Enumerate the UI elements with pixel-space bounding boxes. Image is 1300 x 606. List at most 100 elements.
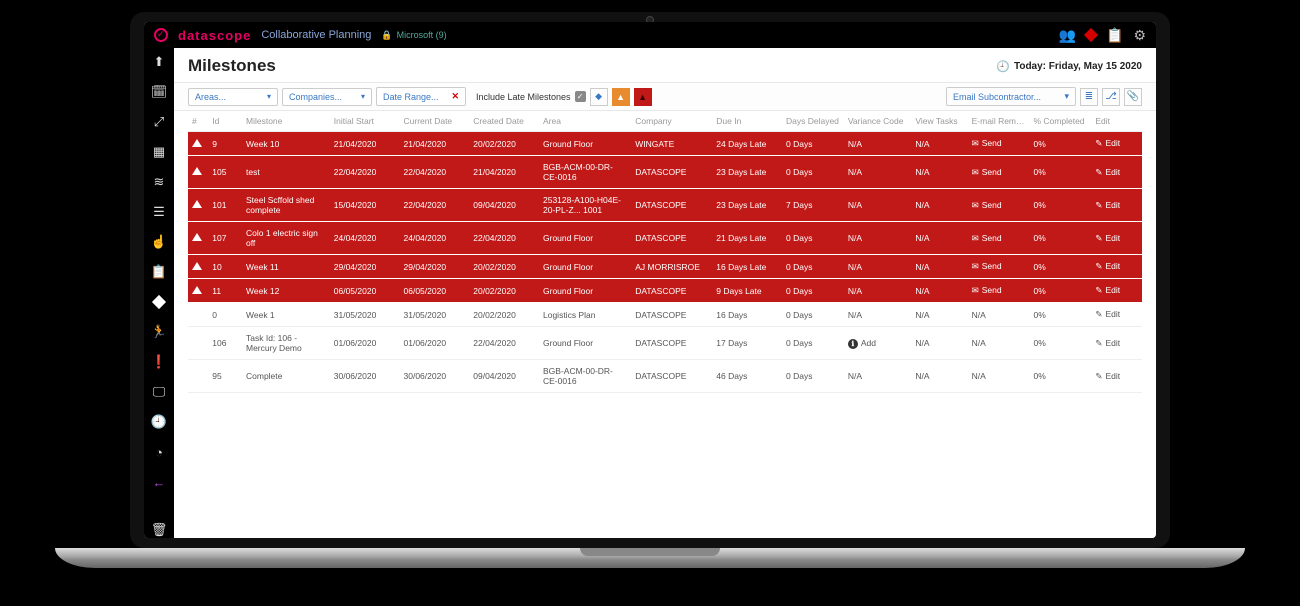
cell-current: 31/05/2020 xyxy=(400,303,470,327)
sort-red-button[interactable]: ▲ xyxy=(634,88,652,106)
table-row[interactable]: 0Week 131/05/202031/05/202020/02/2020Log… xyxy=(188,303,1142,327)
upload-icon[interactable]: ⬆ xyxy=(151,54,167,70)
list-icon[interactable]: ☰ xyxy=(151,204,167,220)
edit-button[interactable]: Edit xyxy=(1095,338,1120,348)
daterange-label: Date Range... xyxy=(383,92,439,102)
col-milestone[interactable]: Milestone xyxy=(242,111,330,132)
gear-icon[interactable]: ⚙ xyxy=(1133,27,1146,44)
col-id[interactable]: Id xyxy=(208,111,242,132)
edit-button[interactable]: Edit xyxy=(1095,371,1120,381)
users-icon[interactable]: 👥 xyxy=(1059,27,1076,44)
cell-created: 22/04/2020 xyxy=(469,327,539,360)
table-row[interactable]: 107Colo 1 electric sign off24/04/202024/… xyxy=(188,222,1142,255)
col-company[interactable]: Company xyxy=(631,111,712,132)
table-row[interactable]: 106Task Id: 106 - Mercury Demo01/06/2020… xyxy=(188,327,1142,360)
edit-button[interactable]: Edit xyxy=(1095,138,1120,148)
display-icon[interactable]: 🖵 xyxy=(151,384,167,400)
send-button[interactable]: Send xyxy=(972,167,1002,177)
cell-created: 21/04/2020 xyxy=(469,156,539,189)
sort-blue-button[interactable]: ◆ xyxy=(590,88,608,106)
col-initial[interactable]: Initial Start xyxy=(330,111,400,132)
main-panel: Milestones 🕘 Today: Friday, May 15 2020 … xyxy=(174,48,1156,538)
milestone-icon[interactable] xyxy=(151,294,167,310)
branch-icon[interactable]: ⎇ xyxy=(1102,88,1120,106)
cell-milestone: Week 1 xyxy=(242,303,330,327)
trash-icon[interactable]: 🗑 xyxy=(151,522,167,538)
cell-created: 22/04/2020 xyxy=(469,222,539,255)
cell-due: 23 Days Late xyxy=(712,189,782,222)
edit-button[interactable]: Edit xyxy=(1095,233,1120,243)
col-email[interactable]: E-mail Remin... xyxy=(968,111,1030,132)
send-button[interactable]: Send xyxy=(972,261,1002,271)
cell-pct: 0% xyxy=(1030,156,1092,189)
cell-id: 101 xyxy=(208,189,242,222)
include-late-checkbox[interactable]: ✓ xyxy=(575,91,586,102)
calendar-add-icon[interactable]: 🗓 xyxy=(151,84,167,100)
grid-icon[interactable]: ▦ xyxy=(151,144,167,160)
cell-due: 24 Days Late xyxy=(712,132,782,156)
chevron-down-icon: ▾ xyxy=(361,92,365,101)
table-row[interactable]: 105test22/04/202022/04/202021/04/2020BGB… xyxy=(188,156,1142,189)
chart-icon[interactable]: ◔ xyxy=(151,444,167,460)
col-area[interactable]: Area xyxy=(539,111,631,132)
edit-button[interactable]: Edit xyxy=(1095,309,1120,319)
variance-value: N/A xyxy=(848,200,862,210)
send-button[interactable]: Send xyxy=(972,138,1002,148)
edit-button[interactable]: Edit xyxy=(1095,285,1120,295)
table-row[interactable]: 11Week 1206/05/202006/05/202020/02/2020G… xyxy=(188,279,1142,303)
cell-pct: 0% xyxy=(1030,255,1092,279)
table-row[interactable]: 95Complete30/06/202030/06/202009/04/2020… xyxy=(188,360,1142,393)
runner-icon[interactable]: 🏃 xyxy=(151,324,167,340)
variance-value: N/A xyxy=(848,233,862,243)
cell-delayed: 0 Days xyxy=(782,156,844,189)
history-icon[interactable]: 🕘 xyxy=(151,414,167,430)
send-button[interactable]: Send xyxy=(972,233,1002,243)
sort-orange-button[interactable]: ▲ xyxy=(612,88,630,106)
table-row[interactable]: 10Week 1129/04/202029/04/202020/02/2020G… xyxy=(188,255,1142,279)
user-badge[interactable]: 🔒 Microsoft (9) xyxy=(381,30,446,41)
cell-pct: 0% xyxy=(1030,132,1092,156)
col-pct[interactable]: % Completed xyxy=(1030,111,1092,132)
diamond-icon[interactable] xyxy=(1084,28,1098,42)
col-due[interactable]: Due In xyxy=(712,111,782,132)
cell-pct: 0% xyxy=(1030,360,1092,393)
edit-button[interactable]: Edit xyxy=(1095,167,1120,177)
col-created[interactable]: Created Date xyxy=(469,111,539,132)
areas-dropdown[interactable]: Areas... ▾ xyxy=(188,88,278,106)
task-icon[interactable]: 📋 xyxy=(151,264,167,280)
clip-icon[interactable]: 📎 xyxy=(1124,88,1142,106)
pointer-icon[interactable]: ☝ xyxy=(151,234,167,250)
col-delayed[interactable]: Days Delayed xyxy=(782,111,844,132)
resize-icon[interactable]: ⤢ xyxy=(151,114,167,130)
table-row[interactable]: 101Steel Scffold shed complete15/04/2020… xyxy=(188,189,1142,222)
table-header-row: # Id Milestone Initial Start Current Dat… xyxy=(188,111,1142,132)
cell-company: DATASCOPE xyxy=(631,279,712,303)
send-button[interactable]: Send xyxy=(972,285,1002,295)
swim-icon[interactable]: ≋ xyxy=(151,174,167,190)
clipboard-icon[interactable]: 📋 xyxy=(1106,27,1123,44)
milestone-table: # Id Milestone Initial Start Current Dat… xyxy=(188,111,1142,393)
stack-icon[interactable]: ≣ xyxy=(1080,88,1098,106)
table-row[interactable]: 9Week 1021/04/202021/04/202020/02/2020Gr… xyxy=(188,132,1142,156)
col-edit[interactable]: Edit xyxy=(1091,111,1142,132)
cell-created: 20/02/2020 xyxy=(469,303,539,327)
include-late-label: Include Late Milestones xyxy=(476,92,571,102)
brand-section[interactable]: Collaborative Planning xyxy=(261,29,371,41)
daterange-dropdown[interactable]: Date Range... ✕ xyxy=(376,87,466,106)
col-warn[interactable]: # xyxy=(188,111,208,132)
col-view[interactable]: View Tasks xyxy=(911,111,967,132)
col-current[interactable]: Current Date xyxy=(400,111,470,132)
back-icon[interactable]: ← xyxy=(151,474,167,490)
send-button[interactable]: Send xyxy=(972,200,1002,210)
col-variance[interactable]: Variance Code xyxy=(844,111,912,132)
edit-button[interactable]: Edit xyxy=(1095,261,1120,271)
alert-icon[interactable]: ❗ xyxy=(151,354,167,370)
add-variance-button[interactable]: Add xyxy=(848,338,876,348)
companies-dropdown[interactable]: Companies... ▾ xyxy=(282,88,372,106)
cell-milestone: Complete xyxy=(242,360,330,393)
cell-view: N/A xyxy=(911,222,967,255)
email-subcontractor-dropdown[interactable]: Email Subcontractor... ▾ xyxy=(946,87,1076,106)
edit-button[interactable]: Edit xyxy=(1095,200,1120,210)
clear-icon[interactable]: ✕ xyxy=(451,91,459,102)
companies-dropdown-label: Companies... xyxy=(289,92,342,102)
